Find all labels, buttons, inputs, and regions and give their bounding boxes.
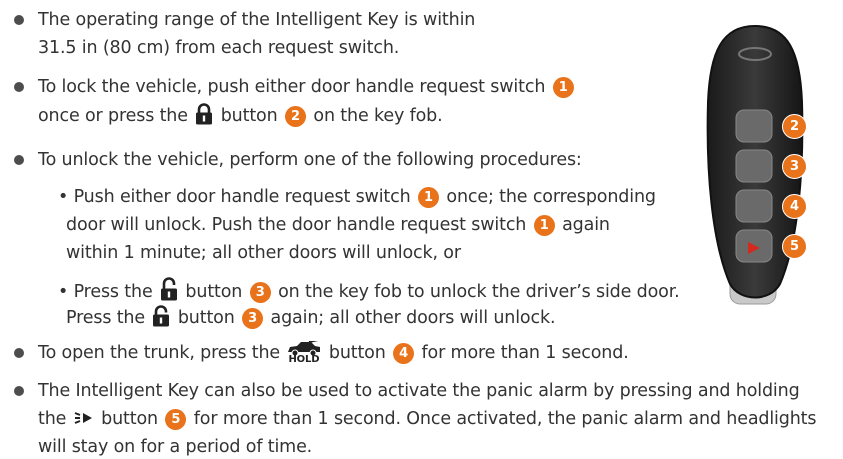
text-line: 31.5 in (80 cm) from each request switch… [38,38,400,58]
text-segment: door will unlock. Push the door handle r… [66,215,527,235]
text-line: door will unlock. Push the door handle r… [66,213,610,237]
callout-number: 3 [242,308,264,329]
bullet [14,15,24,25]
text-segment: button [328,343,386,363]
text-segment: button [185,282,243,302]
callout-number: 5 [165,409,187,430]
text-line: once or press the button 2 on the key fo… [38,103,443,128]
text-segment: button [177,308,235,328]
text-segment: the [38,409,67,429]
text-segment: To open the trunk, press the [38,343,281,363]
text-segment: on the key fob. [313,106,443,126]
text-segment: once; the corresponding [446,187,656,207]
text-segment: button [101,409,158,429]
text-segment: on the key fob to unlock the driver’s si… [278,282,680,302]
callout-number: 1 [552,77,574,98]
trunk-hold-icon: HOLD [287,341,321,365]
fob-callout-number: 3 [782,154,807,179]
fob-callout-number: 5 [782,234,807,259]
text-segment: To lock the vehicle, push either door ha… [38,77,546,97]
callout-number: 4 [393,343,415,364]
text-segment: • Push either door handle request switch [58,187,411,207]
hold-label: HOLD [288,354,320,365]
key-fob-illustration: 2 3 4 5 [700,22,810,312]
text-segment: for more than 1 second. Once activated, … [193,409,817,429]
instruction-document: The operating range of the Intelligent K… [0,0,843,459]
fob-callout-number: 4 [782,194,807,219]
text-line: within 1 minute; all other doors will un… [66,243,461,263]
text-line: To lock the vehicle, push either door ha… [38,75,576,99]
text-segment: again [562,215,610,235]
callout-number: 1 [533,215,555,236]
text-line: the button 5 for more than 1 second. Onc… [38,407,817,431]
unlock-icon [161,277,177,301]
text-segment: button [220,106,278,126]
text-line: The Intelligent Key can also be used to … [38,381,800,401]
text-segment: for more than 1 second. [421,343,629,363]
fob-callout-number: 2 [782,114,807,139]
callout-number: 1 [417,187,439,208]
callout-number: 2 [284,106,306,127]
text-segment: Press the [66,308,145,328]
text-segment: again; all other doors will unlock. [270,308,556,328]
text-line: To unlock the vehicle, perform one of th… [38,150,582,170]
bullet [14,386,24,396]
callout-number: 3 [249,282,271,303]
text-line: The operating range of the Intelligent K… [38,10,476,30]
text-line: will stay on for a period of time. [38,437,313,457]
text-line: • Press the button 3 on the key fob to u… [58,277,680,304]
text-segment: • Press the [58,282,153,302]
text-segment: once or press the [38,106,188,126]
bullet [14,82,24,92]
text-line: • Push either door handle request switch… [58,185,656,209]
panic-alarm-icon [74,412,92,424]
text-line: To open the trunk, press the HOLD button… [38,341,629,365]
text-line: Press the button 3 again; all other door… [66,305,556,330]
bullet [14,155,24,165]
unlock-icon [153,305,170,327]
bullet [14,348,24,358]
lock-icon [196,103,213,125]
